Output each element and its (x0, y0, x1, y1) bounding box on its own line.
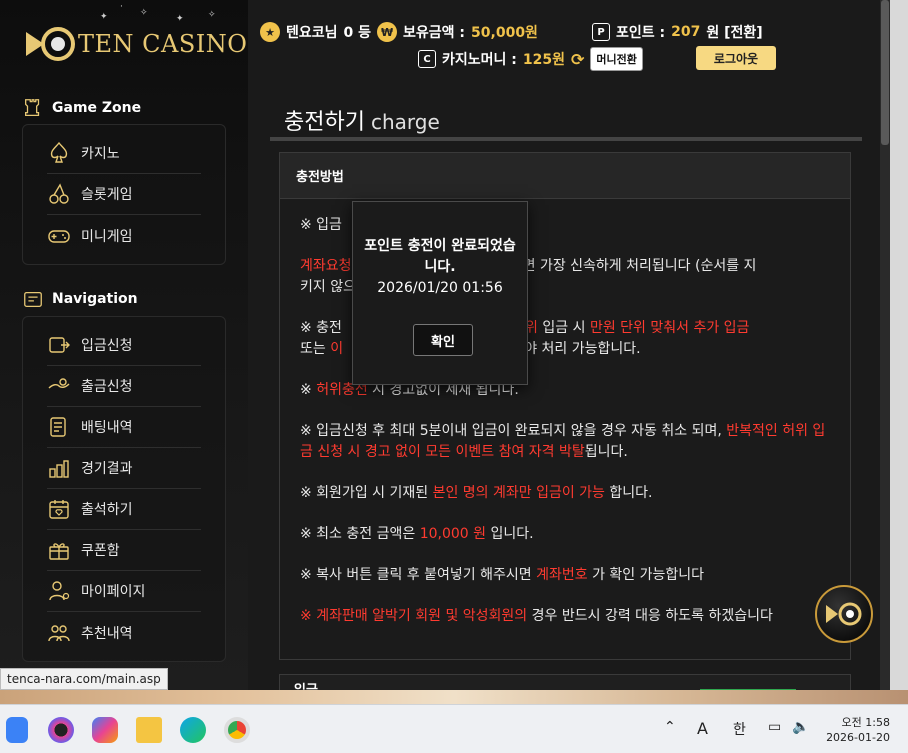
cherry-icon (49, 183, 69, 204)
points-icon: P (592, 23, 610, 41)
withdraw-icon (48, 378, 70, 389)
sidebar-item-referrals[interactable]: 추천내역 (47, 612, 201, 653)
sidebar: ✦ ✧ ✦ ✧ · TEN CASINO Game Zone 카지노 슬롯게임 … (0, 0, 248, 690)
chess-rook-icon (25, 99, 40, 116)
input-mode-han[interactable]: 한 (733, 719, 746, 739)
clock[interactable]: 오전 1:58 2026-01-20 (826, 715, 890, 745)
deposit-icon (49, 337, 70, 353)
alert-dialog: 포인트 충전이 완료되었습니다. 2026/01/20 01:56 확인 (352, 201, 528, 385)
logo-text: TEN CASINO (78, 30, 248, 58)
user-level: 0 등 (343, 25, 372, 41)
dialog-ok-button[interactable]: 확인 (413, 324, 473, 356)
instruction-9: ※ 계좌판매 알박기 회원 및 악성회원의 경우 반드시 강력 대응 하도록 하… (300, 608, 773, 624)
notepad-icon[interactable] (6, 717, 28, 743)
game-zone-menu: 카지노 슬롯게임 미니게임 (22, 124, 226, 265)
chevron-up-icon[interactable]: ⌃ (664, 719, 676, 735)
money-transfer-button[interactable]: 머니전환 (590, 47, 643, 71)
header: ★ 텐요코님 0 등 ₩ 보유금액 : 50,000원 P 포인트 : 207 … (248, 0, 890, 80)
casino-money-icon: C (418, 50, 436, 68)
wallet-coin-icon: ₩ (377, 22, 398, 42)
dialog-message: 포인트 충전이 완료되었습니다. (364, 238, 516, 275)
flag-icon (24, 291, 42, 307)
dialog-timestamp: 2026/01/20 01:56 (377, 280, 503, 296)
floating-casino-badge[interactable] (815, 585, 873, 643)
points-value: 207 (671, 24, 701, 40)
casino-money-value: 125원 (522, 52, 565, 68)
user-name: 텐요코님 (286, 25, 338, 41)
points-convert[interactable]: 원 [전환] (706, 22, 762, 42)
trophy-icon (49, 460, 69, 478)
instruction-5: ※ 입금신청 후 최대 5분이내 입금이 완료되지 않을 경우 자동 취소 되며… (300, 423, 826, 460)
taskbar: ⌃ A 한 ▭ 🔈 오전 1:58 2026-01-20 (0, 704, 908, 753)
users-icon (48, 624, 70, 641)
logo-icon (26, 27, 75, 61)
holdings-label: 보유금액 : (403, 25, 466, 41)
user-info: ★ 텐요코님 0 등 ₩ 보유금액 : 50,000원 (260, 22, 538, 42)
speaker-icon[interactable]: 🔈 (792, 719, 809, 735)
sidebar-item-results[interactable]: 경기결과 (47, 448, 201, 489)
status-url: tenca-nara.com/main.asp (0, 668, 168, 690)
sidebar-item-deposit[interactable]: 입금신청 (47, 325, 201, 366)
casino-money-info: C 카지노머니 : 125원 ⟳ 머니전환 (418, 47, 643, 71)
user-gear-icon (49, 581, 70, 601)
site-logo[interactable]: TEN CASINO (24, 22, 247, 72)
sidebar-item-casino[interactable]: 카지노 (47, 133, 201, 174)
navigation-menu: 입금신청 출금신청 배팅내역 경기결과 출석하기 쿠폰함 마이페이지 추천내역 (22, 316, 226, 662)
page-title: 충전하기 charge (284, 110, 440, 135)
instruction-6: ※ 회원가입 시 기재된 본인 명의 계좌만 입금이 가능 합니다. (300, 485, 653, 501)
instruction-7: ※ 최소 충전 금액은 10,000 원 입니다. (300, 526, 534, 542)
desktop-wallpaper (0, 690, 908, 704)
sidebar-item-slot[interactable]: 슬롯게임 (47, 174, 201, 215)
game-zone-heading: Game Zone (22, 97, 141, 119)
sidebar-item-mypage[interactable]: 마이페이지 (47, 571, 201, 612)
gift-icon (49, 543, 69, 560)
navigation-heading: Navigation (22, 288, 138, 310)
panel-title: 충전방법 (280, 153, 850, 199)
spade-icon (50, 141, 68, 163)
chrome-icon[interactable] (224, 717, 250, 743)
page-scrollbar[interactable] (880, 0, 890, 690)
sidebar-item-minigame[interactable]: 미니게임 (47, 215, 201, 256)
browser-window: ✦ ✧ ✦ ✧ · TEN CASINO Game Zone 카지노 슬롯게임 … (0, 0, 890, 690)
refresh-icon[interactable]: ⟳ (571, 50, 584, 69)
points-info[interactable]: P 포인트 : 207 원 [전환] (592, 22, 763, 42)
logout-button[interactable]: 로그아웃 (696, 46, 776, 70)
sidebar-item-withdraw[interactable]: 출금신청 (47, 366, 201, 407)
copilot-icon[interactable] (92, 717, 118, 743)
main-content: 충전하기 charge 충전방법 ※ 입금 계좌요청 해주시면 가장 신속하게 처… (248, 80, 880, 690)
monitor-icon[interactable]: ▭ (768, 719, 781, 735)
scrollbar-thumb[interactable] (881, 0, 889, 145)
sidebar-item-betting-history[interactable]: 배팅내역 (47, 407, 201, 448)
app-circle-icon[interactable] (48, 717, 74, 743)
deposit-panel: 입금 (279, 674, 851, 690)
casino-money-label: 카지노머니 : (442, 52, 517, 68)
input-mode-a[interactable]: A (697, 719, 708, 738)
casino-badge-icon (826, 602, 862, 626)
instruction-8: ※ 복사 버튼 클릭 후 붙여넣기 해주시면 계좌번호 가 확인 가능합니다 (300, 567, 705, 583)
edge-icon[interactable] (180, 717, 206, 743)
betting-history-icon (50, 417, 66, 437)
deposit-panel-title: 입금 (294, 679, 318, 690)
gamepad-icon (48, 229, 70, 243)
file-explorer-icon[interactable] (136, 717, 162, 743)
level-badge-icon: ★ (260, 22, 280, 42)
points-label: 포인트 : (616, 25, 666, 41)
sidebar-item-coupons[interactable]: 쿠폰함 (47, 530, 201, 571)
holdings-value: 50,000원 (471, 25, 538, 41)
sidebar-item-attendance[interactable]: 출석하기 (47, 489, 201, 530)
calendar-icon (49, 500, 69, 519)
title-divider (270, 137, 862, 141)
